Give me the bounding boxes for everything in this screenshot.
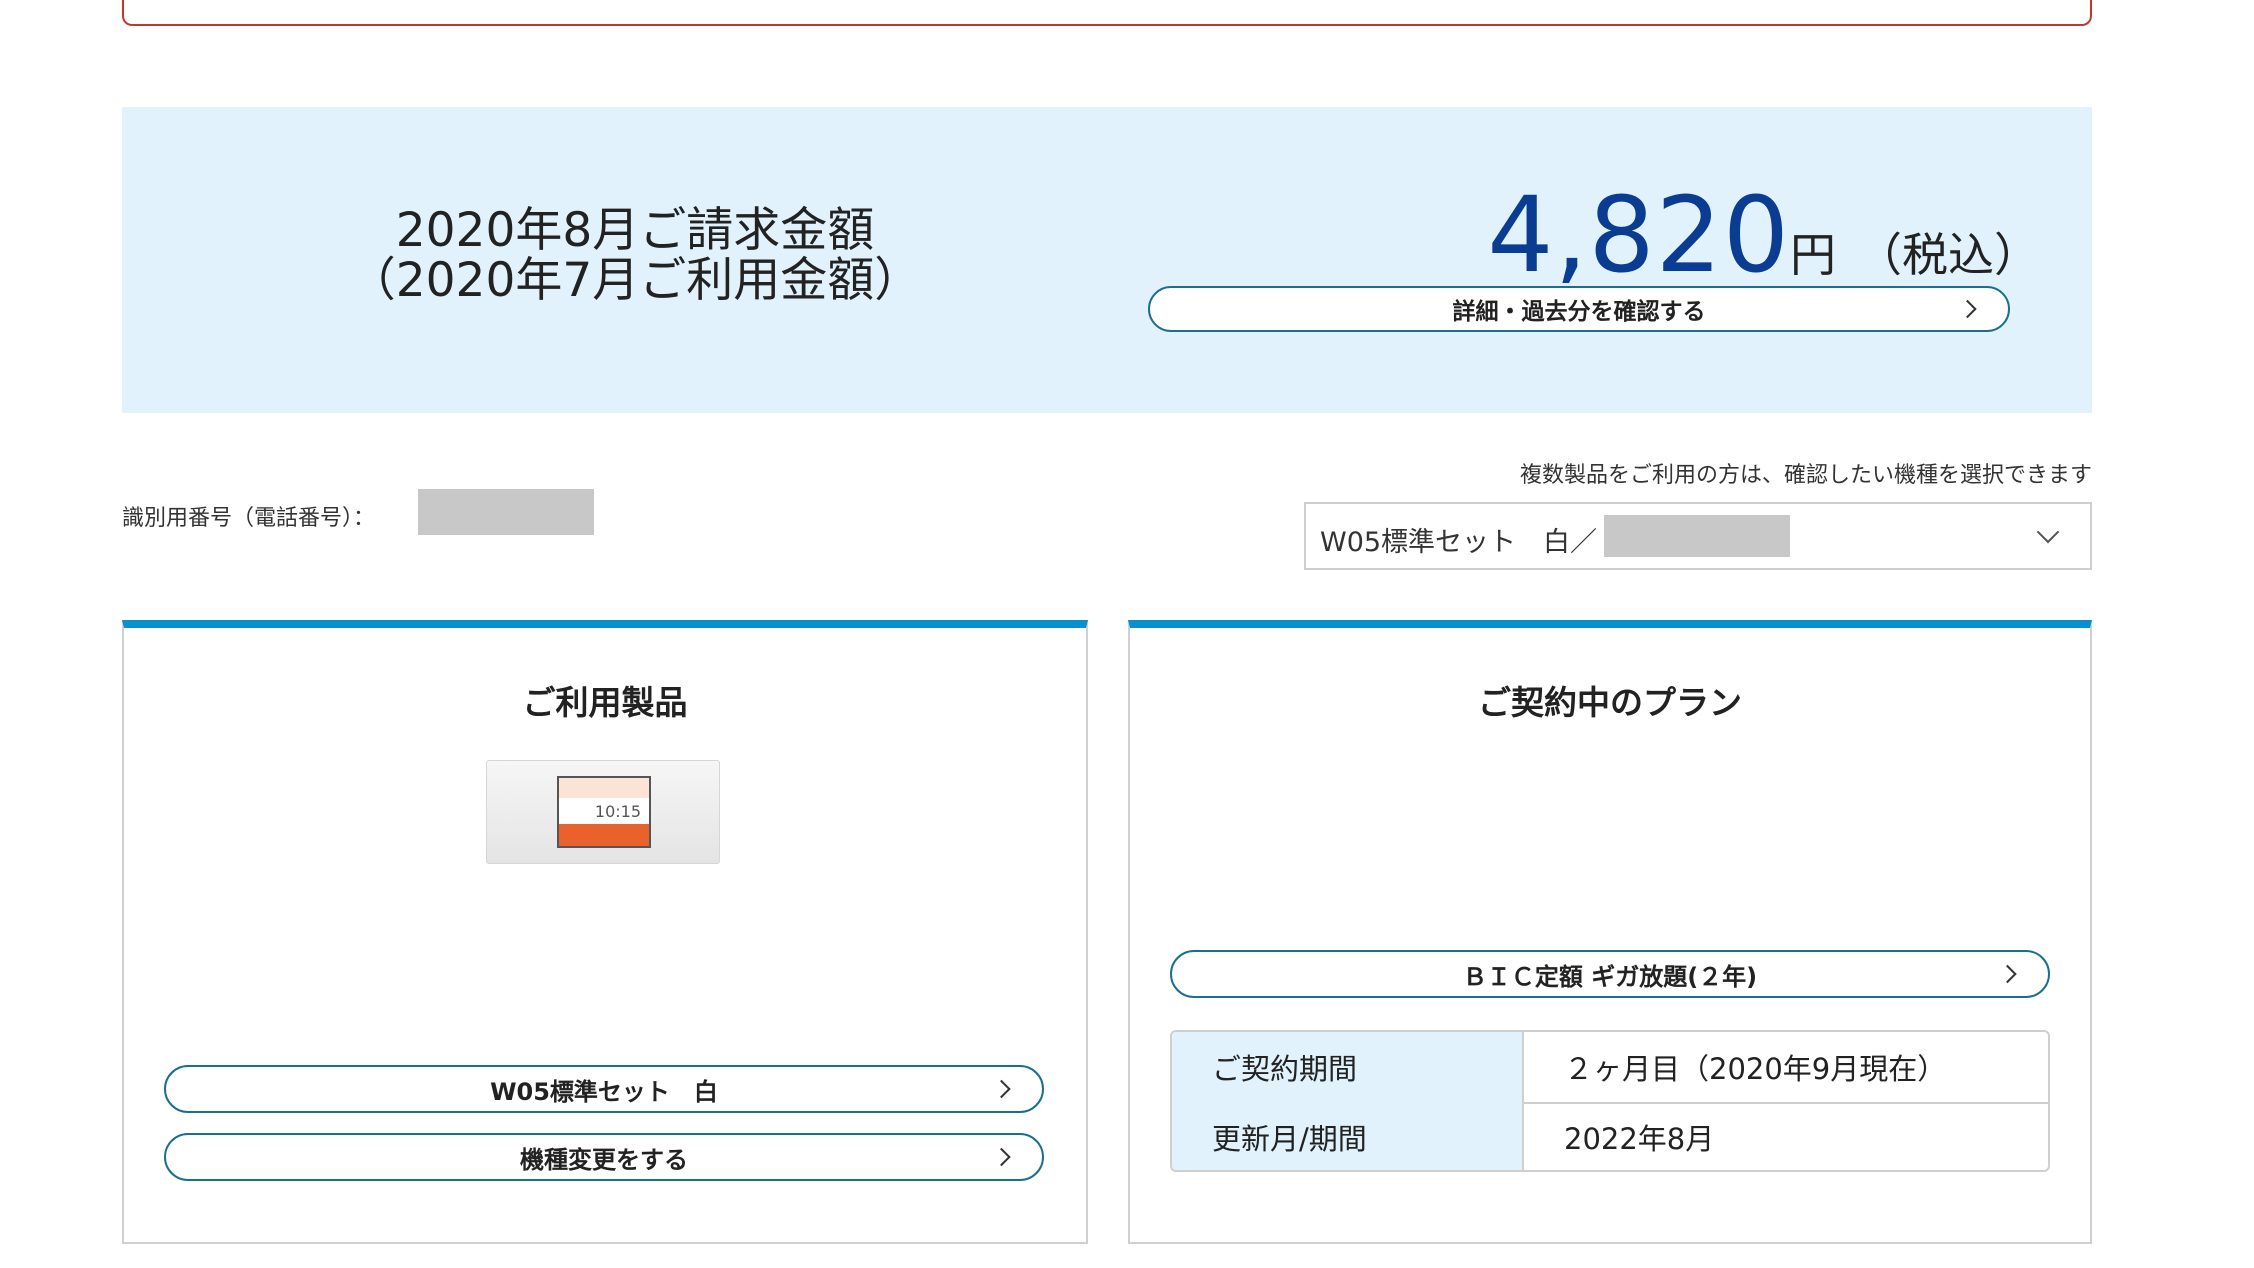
billing-period-label: 2020年8月ご請求金額 （2020年7月ご利用金額） [230, 206, 1040, 306]
usage-period: （2020年7月ご利用金額） [348, 253, 922, 308]
plan-card-title: ご契約中のプラン [1478, 683, 1742, 722]
table-row: ご契約期間 ２ヶ月目（2020年9月現在） [1172, 1032, 2048, 1104]
device-select-dropdown[interactable]: W05標準セット 白／ [1304, 502, 2092, 570]
change-device-label: 機種変更をする [520, 1145, 688, 1174]
device-select-value: W05標準セット 白／ [1320, 527, 1598, 558]
device-detail-label: W05標準セット 白 [490, 1077, 718, 1106]
chevron-right-icon [992, 1147, 1011, 1167]
billing-title: 2020年8月ご請求金額 [395, 203, 875, 258]
renewal-label: 更新月/期間 [1172, 1102, 1524, 1170]
change-device-button[interactable]: 機種変更をする [164, 1133, 1044, 1181]
alert-box [122, 0, 2092, 26]
contract-period-label: ご契約期間 [1172, 1032, 1524, 1102]
device-select-hint: 複数製品をご利用の方は、確認したい機種を選択できます [1519, 463, 2092, 488]
redacted-device-number [1604, 515, 1790, 557]
plan-detail-label: ＢＩＣ定額 ギガ放題(２年) [1462, 962, 1758, 991]
plan-detail-button[interactable]: ＢＩＣ定額 ギガ放題(２年) [1170, 950, 2050, 998]
amount-value: 4,820 [1487, 174, 1790, 296]
product-card-title: ご利用製品 [522, 683, 688, 722]
contract-period-value: ２ヶ月目（2020年9月現在） [1564, 1052, 1947, 1086]
tax-note: （税込） [1856, 228, 2040, 282]
amount-unit: 円 [1790, 228, 1836, 282]
id-number-label: 識別用番号（電話番号）： [122, 506, 376, 531]
device-screen-time: 10:15 [594, 802, 641, 821]
device-screen: 10:15 [557, 776, 651, 848]
chevron-down-icon [2036, 520, 2060, 544]
chevron-right-icon [1958, 299, 1977, 319]
chevron-right-icon [1998, 964, 2017, 984]
renewal-value: 2022年8月 [1564, 1122, 1715, 1156]
billing-amount: 4,820円 （税込） [1320, 174, 2040, 296]
billing-detail-label: 詳細・過去分を確認する [1452, 299, 1706, 325]
chevron-right-icon [992, 1079, 1011, 1099]
device-detail-button[interactable]: W05標準セット 白 [164, 1065, 1044, 1113]
device-image: 10:15 [486, 760, 720, 864]
redacted-id-number [418, 489, 594, 535]
table-row: 更新月/期間 2022年8月 [1172, 1102, 2048, 1170]
plan-info-table: ご契約期間 ２ヶ月目（2020年9月現在） 更新月/期間 2022年8月 [1170, 1030, 2050, 1172]
billing-detail-button[interactable]: 詳細・過去分を確認する [1148, 286, 2010, 332]
